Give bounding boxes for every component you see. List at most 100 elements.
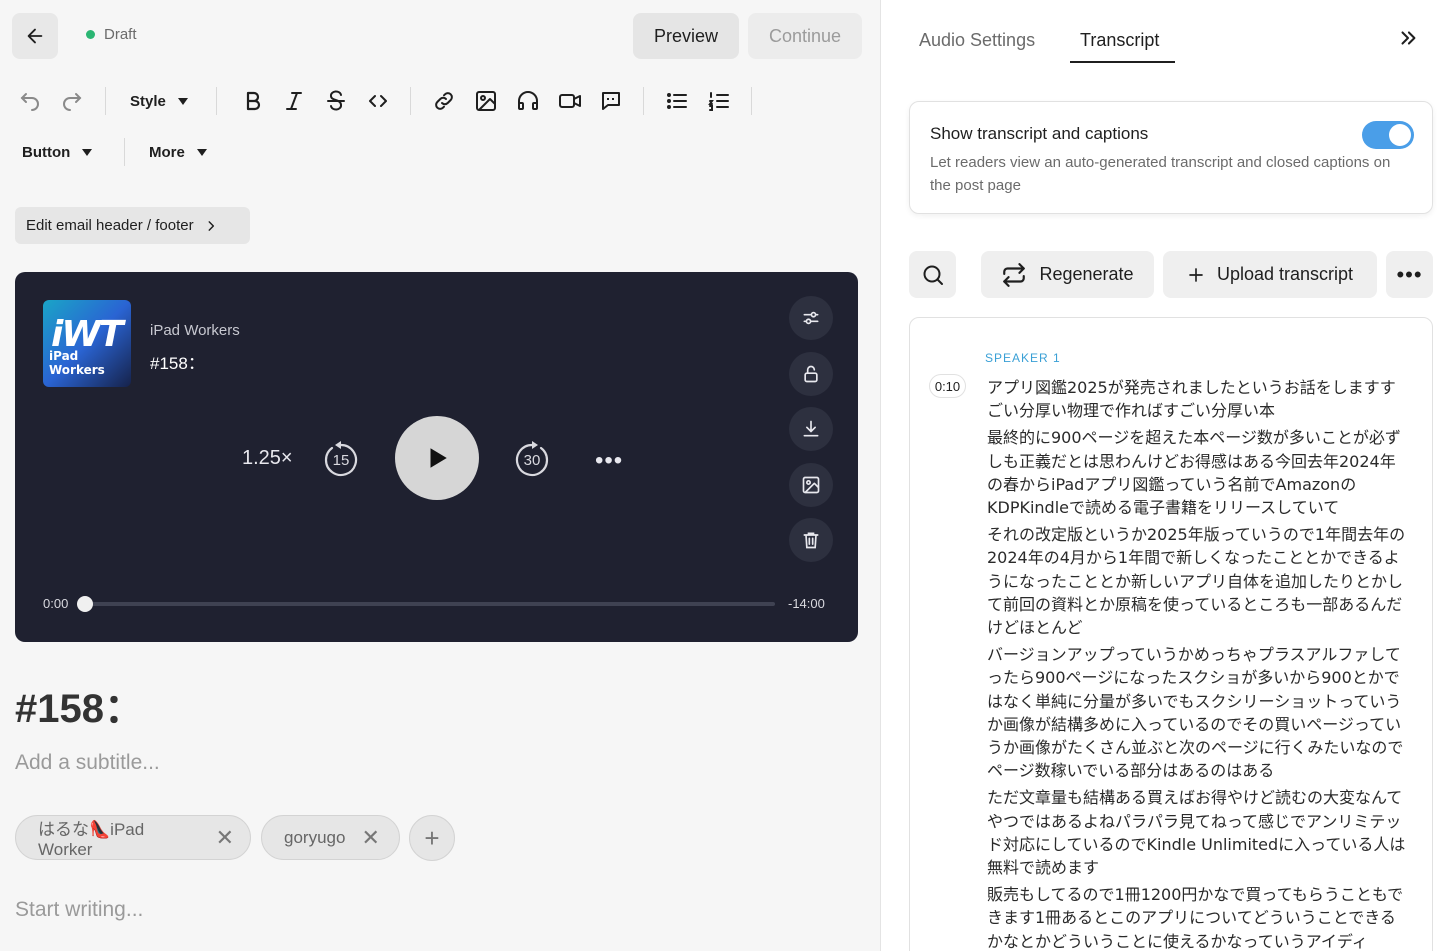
plus-icon: + — [424, 822, 440, 853]
remove-icon[interactable]: ✕ — [216, 826, 234, 849]
status-dot-icon — [86, 30, 95, 39]
author-name: はるな👠iPad Worker — [38, 820, 145, 859]
toolbar-divider — [216, 87, 217, 115]
tab-transcript[interactable]: Transcript — [1080, 30, 1159, 51]
status-label: Draft — [104, 26, 137, 43]
search-icon — [923, 265, 943, 285]
author-chip[interactable]: goryugo ✕ — [261, 815, 400, 860]
author-chip[interactable]: はるな👠iPad Worker ✕ — [15, 815, 251, 860]
redo-icon[interactable] — [57, 86, 87, 116]
more-label: More — [149, 144, 185, 161]
regenerate-label: Regenerate — [1039, 264, 1134, 284]
numbered-list-icon[interactable] — [704, 86, 734, 116]
rewind-15-icon: 15 — [324, 441, 358, 477]
transcript-card: SPEAKER 1 0:10 アプリ図鑑2025が発売されましたというお話をしま… — [909, 317, 1433, 951]
post-title[interactable]: #158： — [15, 676, 144, 734]
episode-title: #158： — [150, 354, 205, 373]
skip-forward-button[interactable]: 30 — [513, 439, 551, 477]
code-icon[interactable] — [363, 86, 393, 116]
cover-image-button[interactable] — [789, 463, 833, 507]
playback-speed-button[interactable]: 1.25× — [242, 447, 293, 470]
style-label: Style — [130, 93, 166, 110]
strikethrough-icon[interactable] — [321, 86, 351, 116]
style-dropdown[interactable]: Style — [130, 93, 188, 110]
link-icon[interactable] — [429, 86, 459, 116]
download-icon — [803, 420, 819, 437]
tab-audio-settings[interactable]: Audio Settings — [919, 30, 1035, 51]
transcript-paragraph: アプリ図鑑2025が発売されましたというお話をしますすごい分厚い物理で作ればすご… — [987, 378, 1396, 421]
add-author-button[interactable]: + — [409, 815, 455, 861]
transcript-paragraph: バージョンアップっていうかめっちゃプラスアルファしてったら900ページになったス… — [987, 645, 1404, 781]
quote-icon[interactable] — [596, 86, 626, 116]
subtitle-input[interactable]: Add a subtitle... — [15, 751, 160, 775]
player-more-icon[interactable]: ••• — [595, 447, 623, 475]
toggle-title: Show transcript and captions — [930, 124, 1149, 143]
bullet-list-icon[interactable] — [662, 86, 692, 116]
trash-icon — [803, 532, 819, 549]
bold-icon[interactable] — [238, 86, 268, 116]
download-button[interactable] — [789, 407, 833, 451]
edit-email-header-footer-button[interactable]: Edit email header / footer — [15, 207, 250, 244]
upload-transcript-button[interactable]: Upload transcript — [1163, 251, 1377, 298]
image-icon[interactable] — [471, 86, 501, 116]
image-icon — [802, 476, 820, 494]
italic-icon[interactable] — [279, 86, 309, 116]
repeat-icon — [1003, 262, 1026, 287]
player-settings-button[interactable] — [789, 296, 833, 340]
button-dropdown[interactable]: Button — [22, 144, 93, 161]
transcript-toggle-card: Show transcript and captions Let readers… — [909, 101, 1433, 214]
toolbar-divider — [410, 87, 411, 115]
arrow-left-icon — [27, 28, 43, 44]
toolbar-divider — [643, 87, 644, 115]
toolbar-divider — [124, 138, 125, 166]
transcript-more-icon[interactable]: ••• — [1386, 251, 1433, 298]
speaker-label: SPEAKER 1 — [985, 351, 1061, 365]
delete-button[interactable] — [789, 518, 833, 562]
progress-handle[interactable] — [77, 596, 93, 612]
unlock-button[interactable] — [789, 352, 833, 396]
back-button[interactable] — [12, 13, 58, 59]
audio-player: iWT iPad Workers iPad Workers #158： 1.25… — [15, 272, 858, 642]
caret-down-icon — [82, 149, 93, 156]
toggle-knob — [1389, 124, 1411, 146]
body-input[interactable]: Start writing... — [15, 898, 143, 922]
podcast-cover-image: iWT iPad Workers — [43, 300, 131, 387]
forward-30-icon: 30 — [515, 441, 549, 477]
plus-icon — [1189, 267, 1203, 282]
transcript-paragraph: 販売もしてるので1冊1200円かなで買ってもらうこともできます1冊あるとこのアプ… — [987, 885, 1404, 951]
toolbar-divider — [751, 87, 752, 115]
toggle-description: Let readers view an auto-generated trans… — [930, 154, 1391, 194]
regenerate-button[interactable]: Regenerate — [981, 251, 1154, 298]
editor-pane: Draft Preview Continue Style Button More… — [0, 0, 880, 951]
play-button[interactable] — [395, 416, 479, 500]
active-tab-indicator — [1070, 61, 1175, 63]
author-name: goryugo — [284, 827, 346, 847]
video-icon[interactable] — [555, 86, 585, 116]
play-icon — [430, 448, 447, 468]
timestamp-badge[interactable]: 0:10 — [929, 374, 966, 398]
unlock-icon — [804, 365, 818, 383]
continue-button[interactable]: Continue — [748, 13, 862, 59]
remove-icon[interactable]: ✕ — [361, 826, 379, 849]
toolbar-divider — [105, 87, 106, 115]
chevron-right-icon — [208, 220, 214, 231]
more-dropdown[interactable]: More — [149, 144, 207, 161]
button-label: Button — [22, 144, 71, 161]
transcript-text: アプリ図鑑2025が発売されましたというお話をしますすごい分厚い物理で作ればすご… — [987, 376, 1407, 951]
headphones-icon[interactable] — [513, 86, 543, 116]
show-transcript-toggle[interactable] — [1362, 121, 1414, 149]
preview-button[interactable]: Preview — [633, 13, 739, 59]
side-panel: Audio Settings Transcript Show transcrip… — [880, 0, 1456, 951]
cover-text: iPad Workers — [49, 349, 105, 377]
transcript-paragraph: それの改定版というか2025年版っていうので1年間去年の2024年の4月から1年… — [987, 525, 1406, 638]
skip-back-button[interactable]: 15 — [322, 439, 360, 477]
transcript-paragraph: ただ文章量も結構ある買えばお得やけど読むの大変なんてやつではあるよねパラパラ見て… — [987, 788, 1406, 878]
edit-email-label: Edit email header / footer — [26, 217, 194, 234]
collapse-panel-icon[interactable] — [1397, 27, 1419, 56]
current-time: 0:00 — [43, 596, 69, 611]
progress-track[interactable] — [85, 602, 775, 606]
search-transcript-button[interactable] — [909, 251, 956, 298]
transcript-paragraph: 最終的に900ページを超えた本ページ数が多いことが必ずしも正義だとは思わんけどお… — [987, 428, 1401, 518]
caret-down-icon — [177, 98, 188, 105]
undo-icon[interactable] — [15, 86, 45, 116]
